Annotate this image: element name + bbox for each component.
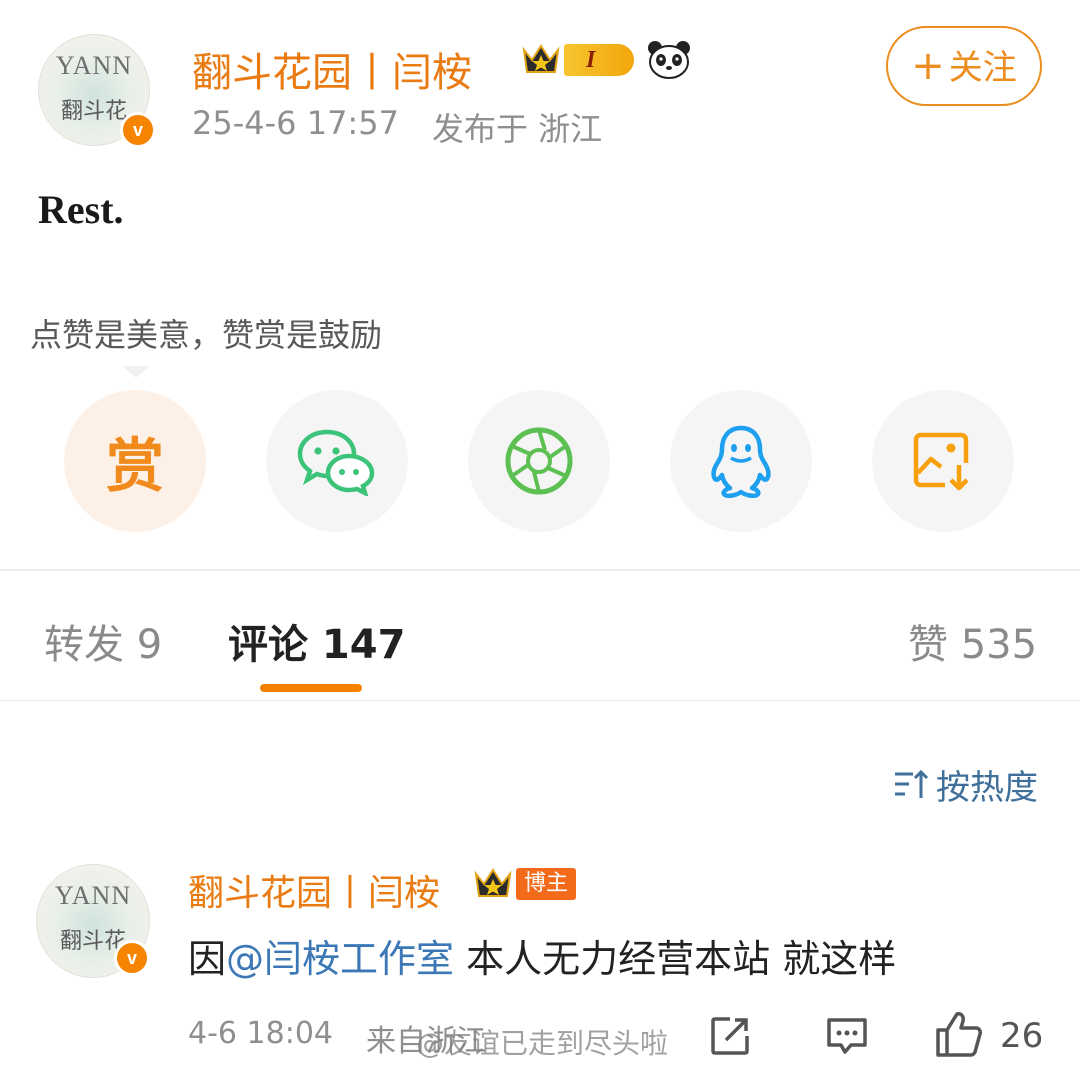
avatar-lettermark: YANN (54, 881, 132, 910)
sort-label: 按热度 (936, 768, 1038, 808)
tab-comments[interactable]: 评论 147 (228, 612, 405, 670)
save-image-button[interactable] (872, 390, 1014, 532)
section-divider (0, 569, 1080, 571)
repost-icon[interactable] (708, 1014, 752, 1058)
reward-icon: 赏 (105, 432, 164, 500)
sort-toggle[interactable]: 按热度 (892, 760, 1038, 809)
blogger-tag: 博主 (516, 868, 577, 900)
comment-text-prefix: 因 (188, 937, 227, 981)
comment-author[interactable]: 翻斗花园丨闫桉 (188, 864, 440, 916)
follow-button[interactable]: + 关注 (886, 26, 1042, 106)
post-location: 发布于 浙江 (432, 110, 603, 148)
tabs-divider (0, 700, 1080, 701)
share-wechat-button[interactable] (266, 390, 408, 532)
avatar-lettermark: YANN (55, 51, 133, 80)
plus-icon: + (911, 43, 945, 89)
like-count: 26 (1000, 1016, 1044, 1056)
sort-icon (895, 769, 929, 798)
post-timestamp: 25-4-6 17:57 (192, 104, 399, 142)
comment-time: 4-6 18:04 (188, 1016, 333, 1051)
tip-arrow (122, 366, 150, 378)
panda-icon (648, 41, 690, 79)
comment-icon[interactable] (824, 1016, 870, 1056)
author-name[interactable]: 翻斗花园丨闫桉 (192, 40, 472, 98)
crown-icon (474, 868, 512, 897)
share-moments-button[interactable] (468, 390, 610, 532)
follow-label: 关注 (948, 48, 1017, 88)
watermark: @友谊已走到尽头啦 (416, 1027, 669, 1060)
comment-text: 因@闫桉工作室 本人无力经营本站 就这样 (188, 928, 896, 983)
post-body: Rest. (38, 187, 124, 232)
active-tab-indicator (260, 684, 362, 692)
tab-likes[interactable]: 赞 535 (908, 612, 1037, 670)
tab-reposts[interactable]: 转发 9 (44, 612, 162, 670)
verified-badge-icon: v (120, 112, 156, 148)
share-qq-button[interactable] (670, 390, 812, 532)
mention-link[interactable]: @闫桉工作室 (226, 937, 454, 981)
reward-button[interactable]: 赏 (64, 390, 206, 532)
save-image-icon (913, 432, 969, 491)
comment-text-suffix: 本人无力经营本站 就这样 (454, 937, 897, 981)
reward-tip: 点赞是美意，赞赏是鼓励 (30, 316, 383, 354)
qq-icon (711, 425, 771, 498)
wechat-icon (297, 429, 375, 496)
level-badge: I (564, 44, 634, 76)
crown-icon (522, 44, 560, 73)
moments-icon (505, 427, 573, 495)
like-icon[interactable] (934, 1010, 984, 1058)
verified-badge-icon: v (114, 940, 150, 976)
